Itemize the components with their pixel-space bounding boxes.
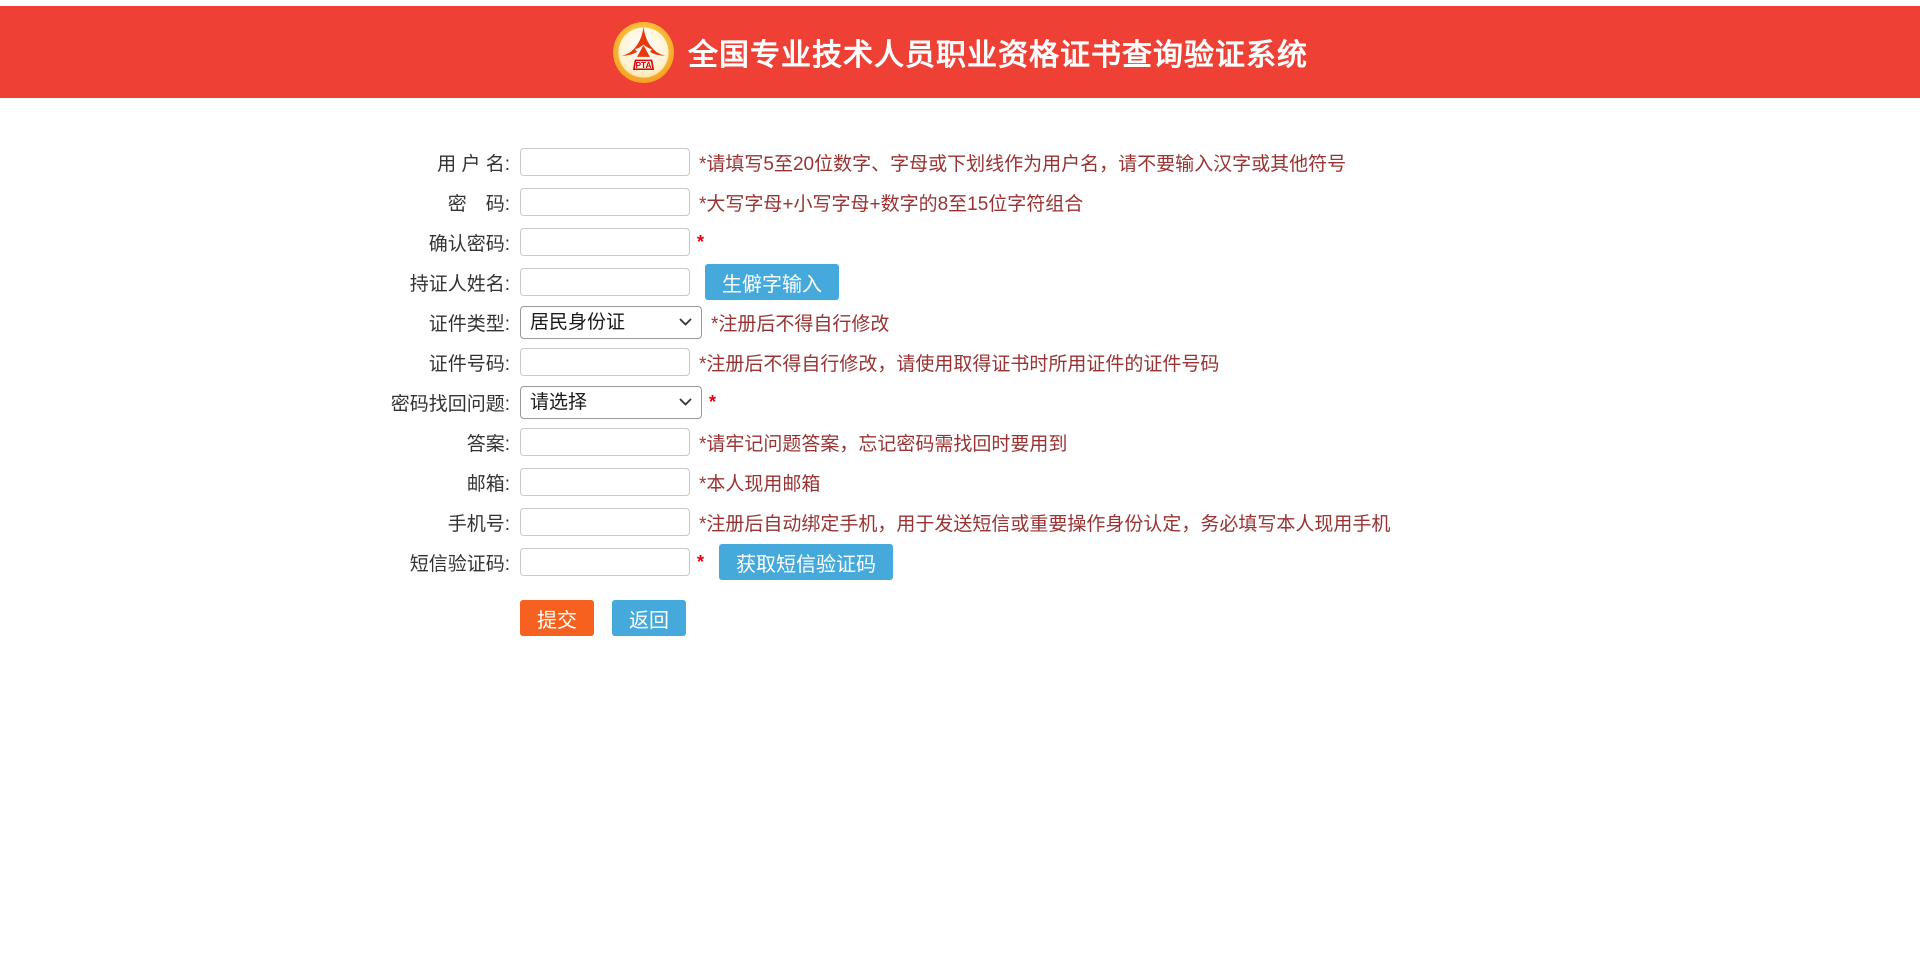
pta-logo-icon: PTA xyxy=(612,21,675,84)
id-number-input[interactable] xyxy=(520,348,690,376)
username-input[interactable] xyxy=(520,148,690,176)
id-type-label: 证件类型: xyxy=(360,309,510,336)
form-row-id-number: 证件号码: *注册后不得自行修改，请使用取得证书时所用证件的证件号码 xyxy=(360,342,1560,382)
submit-button[interactable]: 提交 xyxy=(520,600,594,636)
username-label: 用 户 名: xyxy=(360,149,510,176)
confirm-password-required-mark: * xyxy=(697,232,704,253)
holder-name-label: 持证人姓名: xyxy=(360,269,510,296)
form-actions: 提交 返回 xyxy=(360,600,1560,636)
page-title: 全国专业技术人员职业资格证书查询验证系统 xyxy=(688,30,1308,74)
header-bar: PTA 全国专业技术人员职业资格证书查询验证系统 xyxy=(0,6,1920,98)
form-row-id-type: 证件类型: 居民身份证 *注册后不得自行修改 xyxy=(360,302,1560,342)
holder-name-input[interactable] xyxy=(520,268,690,296)
sms-code-required-mark: * xyxy=(697,552,704,573)
rare-character-input-button[interactable]: 生僻字输入 xyxy=(705,264,839,300)
form-row-confirm-password: 确认密码: * xyxy=(360,222,1560,262)
security-question-required-mark: * xyxy=(709,392,716,413)
answer-hint: *请牢记问题答案，忘记密码需找回时要用到 xyxy=(699,429,1067,456)
form-row-security-question: 密码找回问题: 请选择 * xyxy=(360,382,1560,422)
page: PTA 全国专业技术人员职业资格证书查询验证系统 用 户 名: *请填写5至20… xyxy=(0,0,1920,975)
answer-label: 答案: xyxy=(360,429,510,456)
form-row-answer: 答案: *请牢记问题答案，忘记密码需找回时要用到 xyxy=(360,422,1560,462)
back-button[interactable]: 返回 xyxy=(612,600,686,636)
mobile-input[interactable] xyxy=(520,508,690,536)
confirm-password-input[interactable] xyxy=(520,228,690,256)
password-input[interactable] xyxy=(520,188,690,216)
confirm-password-label: 确认密码: xyxy=(360,229,510,256)
form-row-sms-code: 短信验证码: * 获取短信验证码 xyxy=(360,542,1560,582)
mobile-hint: *注册后自动绑定手机，用于发送短信或重要操作身份认定，务必填写本人现用手机 xyxy=(699,509,1390,536)
form-row-holder-name: 持证人姓名: 生僻字输入 xyxy=(360,262,1560,302)
get-sms-code-button[interactable]: 获取短信验证码 xyxy=(719,544,893,580)
answer-input[interactable] xyxy=(520,428,690,456)
security-question-select[interactable]: 请选择 xyxy=(520,386,702,419)
email-input[interactable] xyxy=(520,468,690,496)
logo-text: PTA xyxy=(635,59,651,69)
mobile-label: 手机号: xyxy=(360,509,510,536)
id-type-select[interactable]: 居民身份证 xyxy=(520,306,702,339)
password-label: 密 码: xyxy=(360,189,510,216)
form-row-email: 邮箱: *本人现用邮箱 xyxy=(360,462,1560,502)
registration-form: 用 户 名: *请填写5至20位数字、字母或下划线作为用户名，请不要输入汉字或其… xyxy=(360,98,1560,636)
sms-code-input[interactable] xyxy=(520,548,690,576)
username-hint: *请填写5至20位数字、字母或下划线作为用户名，请不要输入汉字或其他符号 xyxy=(699,149,1346,176)
form-row-username: 用 户 名: *请填写5至20位数字、字母或下划线作为用户名，请不要输入汉字或其… xyxy=(360,142,1560,182)
password-hint: *大写字母+小写字母+数字的8至15位字符组合 xyxy=(699,189,1083,216)
sms-code-label: 短信验证码: xyxy=(360,549,510,576)
id-type-hint: *注册后不得自行修改 xyxy=(711,309,889,336)
id-number-label: 证件号码: xyxy=(360,349,510,376)
id-number-hint: *注册后不得自行修改，请使用取得证书时所用证件的证件号码 xyxy=(699,349,1219,376)
form-row-password: 密 码: *大写字母+小写字母+数字的8至15位字符组合 xyxy=(360,182,1560,222)
email-hint: *本人现用邮箱 xyxy=(699,469,820,496)
security-question-label: 密码找回问题: xyxy=(360,389,510,416)
email-label: 邮箱: xyxy=(360,469,510,496)
id-type-select-wrap: 居民身份证 xyxy=(520,306,702,339)
security-question-select-wrap: 请选择 xyxy=(520,386,702,419)
form-row-mobile: 手机号: *注册后自动绑定手机，用于发送短信或重要操作身份认定，务必填写本人现用… xyxy=(360,502,1560,542)
